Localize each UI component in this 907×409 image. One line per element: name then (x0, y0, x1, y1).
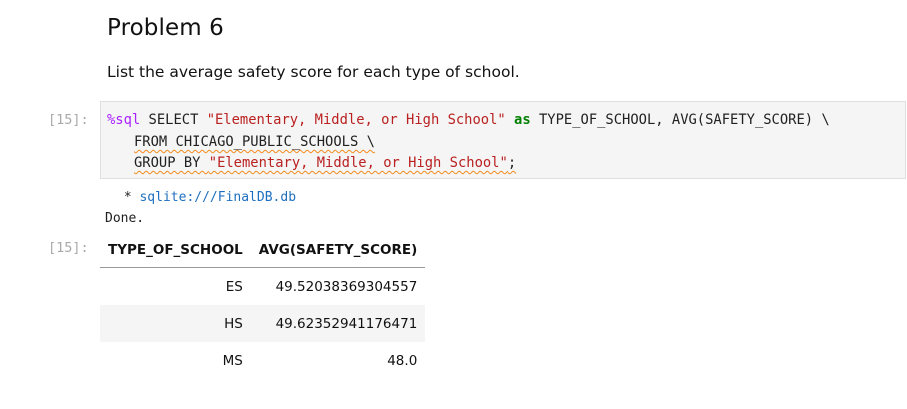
code-text-linted: GROUP BY "Elementary, Middle, or High Sc… (134, 155, 516, 171)
problem-description: List the average safety score for each t… (107, 63, 520, 81)
result-table: TYPE_OF_SCHOOL AVG(SAFETY_SCORE) ES 49.5… (100, 232, 426, 379)
code-text-linted: FROM CHICAGO_PUBLIC_SCHOOLS \ (134, 134, 375, 150)
code-line-1: %sql SELECT "Elementary, Middle, or High… (107, 112, 830, 128)
table-row: MS 48.0 (100, 342, 425, 379)
code-line-2: FROM CHICAGO_PUBLIC_SCHOOLS \ (134, 134, 375, 150)
sql-magic: %sql (107, 112, 141, 128)
table-cell: HS (100, 305, 251, 342)
code-cell-editor[interactable]: %sql SELECT "Elementary, Middle, or High… (100, 101, 906, 179)
code-keyword: as (514, 112, 531, 128)
code-text: ; (507, 155, 517, 171)
table-header-row: TYPE_OF_SCHOOL AVG(SAFETY_SCORE) (100, 232, 426, 268)
table-cell: 49.62352941176471 (250, 305, 426, 342)
table-row: HS 49.62352941176471 (100, 305, 426, 342)
table-cell: ES (225, 278, 243, 295)
table-cell: 49.52038369304557 (275, 278, 418, 295)
output-prompt: [15]: (48, 240, 89, 256)
table-cell: MS (222, 352, 243, 369)
table-row: ES 49.52038369304557 (100, 268, 425, 306)
table-cell: 48.0 (387, 352, 418, 369)
status-output: Done. (105, 211, 145, 226)
output-bullet: * (116, 190, 140, 205)
code-string: "Elementary, Middle, or High School" (206, 112, 506, 128)
problem-heading: Problem 6 (107, 15, 224, 41)
input-prompt: [15]: (48, 112, 89, 128)
code-text: GROUP BY (134, 155, 209, 171)
code-line-3: GROUP BY "Elementary, Middle, or High Sc… (134, 155, 516, 171)
code-text: SELECT (140, 112, 207, 128)
connection-output: * sqlite:///FinalDB.db (116, 190, 296, 205)
column-header-type-of-school: TYPE_OF_SCHOOL (100, 232, 251, 268)
code-text: TYPE_OF_SCHOOL, AVG(SAFETY_SCORE) \ (530, 112, 830, 128)
column-header-avg-safety-score: AVG(SAFETY_SCORE) (250, 232, 426, 268)
code-string: "Elementary, Middle, or High School" (208, 155, 508, 171)
connection-string: sqlite:///FinalDB.db (139, 190, 297, 205)
